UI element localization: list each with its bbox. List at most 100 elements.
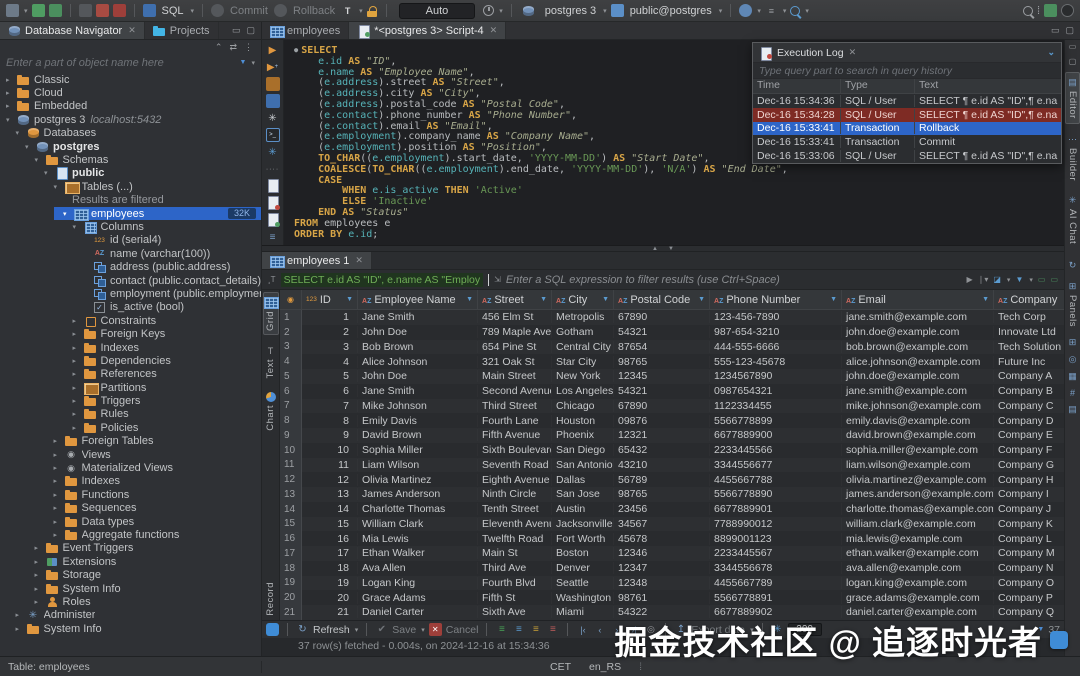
cell-id[interactable]: 6 xyxy=(302,385,358,397)
cell-employee-name[interactable]: Daniel Carter xyxy=(358,606,478,618)
select-all-corner[interactable]: ◉ xyxy=(280,290,302,309)
cell-email[interactable]: grace.adams@example.com xyxy=(842,592,994,604)
tree-item-indexes[interactable]: ▸Indexes xyxy=(0,475,261,488)
cell-employee-name[interactable]: Liam Wilson xyxy=(358,459,478,471)
tab-sql-script[interactable]: *<postgres 3> Script-4 ✕ xyxy=(349,22,506,39)
tree-expander-icon[interactable]: ▾ xyxy=(44,169,53,177)
view-menu-icon[interactable]: ⋮ xyxy=(244,42,253,53)
tree-item-aggregate-functions[interactable]: ▸Aggregate functions xyxy=(0,528,261,541)
panels-toggle[interactable]: ⊞ Panels xyxy=(1065,277,1080,331)
record-mode-label[interactable]: Record xyxy=(265,582,276,616)
cell-email[interactable]: jane.smith@example.com xyxy=(842,311,994,323)
cell-city[interactable]: Dallas xyxy=(552,474,614,486)
presentation-tab-chart[interactable]: Chart xyxy=(263,389,279,434)
refresh-panels-icon[interactable]: ↻ xyxy=(1069,260,1077,271)
cell-city[interactable]: Boston xyxy=(552,547,614,559)
column-header-city[interactable]: AZCity▼ xyxy=(552,290,614,309)
grid-row[interactable]: 99David BrownFifth AvenuePhoenix12321667… xyxy=(280,428,1064,443)
refresh-button[interactable]: Refresh xyxy=(313,624,350,636)
cell-city[interactable]: Phoenix xyxy=(552,429,614,441)
cell-employee-name[interactable]: Emily Davis xyxy=(358,415,478,427)
cell-employee-name[interactable]: David Brown xyxy=(358,429,478,441)
tree-item-data-types[interactable]: ▸Data types xyxy=(0,515,261,528)
cell-street[interactable]: Sixth Boulevard xyxy=(478,444,552,456)
cell-employee-name[interactable]: Mia Lewis xyxy=(358,533,478,545)
tree-expander-icon[interactable]: ▸ xyxy=(73,384,82,392)
maximize-view-icon[interactable]: ▢ xyxy=(246,25,255,36)
cell-phone-number[interactable]: 2233445566 xyxy=(710,444,842,456)
row-number[interactable]: 14 xyxy=(280,502,302,517)
tree-item-indexes[interactable]: ▸Indexes xyxy=(0,341,261,354)
column-menu-icon[interactable]: ▼ xyxy=(698,296,705,303)
database-icon[interactable] xyxy=(32,4,45,17)
tree-item-foreign-tables[interactable]: ▸Foreign Tables xyxy=(0,435,261,448)
execute-new-tab-icon[interactable]: ▶+ xyxy=(266,60,280,74)
cell-employee-name[interactable]: Sophia Miller xyxy=(358,444,478,456)
close-icon[interactable]: ✕ xyxy=(355,255,363,266)
tree-item-schemas[interactable]: ▾Schemas xyxy=(0,153,261,166)
load-filter-icon[interactable]: ▭ xyxy=(1050,275,1058,284)
execution-log-tab[interactable]: Execution Log ✕ ⌄ xyxy=(753,43,1061,63)
export-script-icon[interactable] xyxy=(266,179,280,193)
cell-company[interactable]: Future Inc xyxy=(994,356,1064,368)
cell-email[interactable]: charlotte.thomas@example.com xyxy=(842,503,994,515)
tree-expander-icon[interactable]: ▸ xyxy=(54,491,63,499)
tree-item-public[interactable]: ▾public xyxy=(0,167,261,180)
calc-panel-icon[interactable]: ◎ xyxy=(1069,354,1077,365)
cell-email[interactable]: ava.allen@example.com xyxy=(842,562,994,574)
cell-employee-name[interactable]: John Doe xyxy=(358,370,478,382)
tree-expander-icon[interactable]: ▸ xyxy=(73,410,82,418)
value-viewer-icon[interactable]: ⊞ xyxy=(1069,337,1077,348)
tree-item-embedded[interactable]: ▸Embedded xyxy=(0,100,261,113)
cell-city[interactable]: Metropolis xyxy=(552,311,614,323)
cell-company[interactable]: Company I xyxy=(994,488,1064,500)
cell-street[interactable]: Sixth Ave xyxy=(478,606,552,618)
grid-row[interactable]: 22John Doe789 Maple AveGotham54321987-65… xyxy=(280,325,1064,340)
column-header-employee-name[interactable]: AZEmployee Name▼ xyxy=(358,290,478,309)
cell-postal-code[interactable]: 98765 xyxy=(614,356,710,368)
cell-street[interactable]: Third Ave xyxy=(478,562,552,574)
add-row-icon[interactable]: ≡ xyxy=(495,623,508,636)
cell-email[interactable]: alice.johnson@example.com xyxy=(842,356,994,368)
tree-expander-icon[interactable]: ▸ xyxy=(16,611,25,619)
cell-employee-name[interactable]: William Clark xyxy=(358,518,478,530)
expand-filter-icon[interactable]: ⇲ xyxy=(494,275,501,284)
tree-expander-icon[interactable]: ▸ xyxy=(54,451,63,459)
log-row[interactable]: Dec-16 15:33:41TransactionRollback xyxy=(753,122,1061,136)
grid-row[interactable]: 1010Sophia MillerSixth BoulevardSan Dieg… xyxy=(280,443,1064,458)
new-connection-icon[interactable] xyxy=(6,4,19,17)
driver-manager-icon[interactable] xyxy=(113,4,126,17)
cell-company[interactable]: Tech Solution xyxy=(994,341,1064,353)
tree-item-dependencies[interactable]: ▸Dependencies xyxy=(0,354,261,367)
format-sql-icon[interactable]: ≡ xyxy=(266,230,280,244)
search-icon[interactable] xyxy=(1023,6,1033,16)
tree-item-functions[interactable]: ▸Functions xyxy=(0,488,261,501)
cell-id[interactable]: 11 xyxy=(302,459,358,471)
tree-item-foreign-keys[interactable]: ▸Foreign Keys xyxy=(0,327,261,340)
cell-company[interactable]: Company A xyxy=(994,370,1064,382)
column-header-postal-code[interactable]: AZPostal Code▼ xyxy=(614,290,710,309)
close-icon[interactable]: ✕ xyxy=(128,25,136,36)
log-row[interactable]: Dec-16 15:33:06SQL / UserSELECT ¶ e.id A… xyxy=(753,149,1061,163)
close-icon[interactable]: ✕ xyxy=(849,47,857,58)
cell-employee-name[interactable]: Logan King xyxy=(358,577,478,589)
cell-phone-number[interactable]: 8899001123 xyxy=(710,533,842,545)
tree-item-system-info[interactable]: ▸System Info xyxy=(0,622,261,635)
minimize-view-icon[interactable]: ▭ xyxy=(232,25,241,36)
cancel-icon[interactable]: ✕ xyxy=(429,623,442,636)
commit-mode-combobox[interactable]: Auto xyxy=(399,3,476,19)
row-number[interactable]: 4 xyxy=(280,354,302,369)
column-menu-icon[interactable]: ▼ xyxy=(466,296,473,303)
column-header-street[interactable]: AZStreet▼ xyxy=(478,290,552,309)
row-number[interactable]: 17 xyxy=(280,546,302,561)
cell-id[interactable]: 9 xyxy=(302,429,358,441)
grid-row[interactable]: 44Alice Johnson321 Oak StStar City987655… xyxy=(280,354,1064,369)
tree-item-roles[interactable]: ▸Roles xyxy=(0,595,261,608)
commit-icon[interactable] xyxy=(211,4,224,17)
save-filter-icon[interactable]: ▭ xyxy=(1038,275,1046,284)
right-tab-ai-chat[interactable]: ✳ AI Chat xyxy=(1065,191,1080,248)
tree-item-employees[interactable]: ▾employees32K xyxy=(0,207,261,220)
cell-street[interactable]: Ninth Circle xyxy=(478,488,552,500)
column-header-phone-number[interactable]: AZPhone Number▼ xyxy=(710,290,842,309)
grid-row[interactable]: 1212Olivia MartinezEighth AvenueDallas56… xyxy=(280,472,1064,487)
